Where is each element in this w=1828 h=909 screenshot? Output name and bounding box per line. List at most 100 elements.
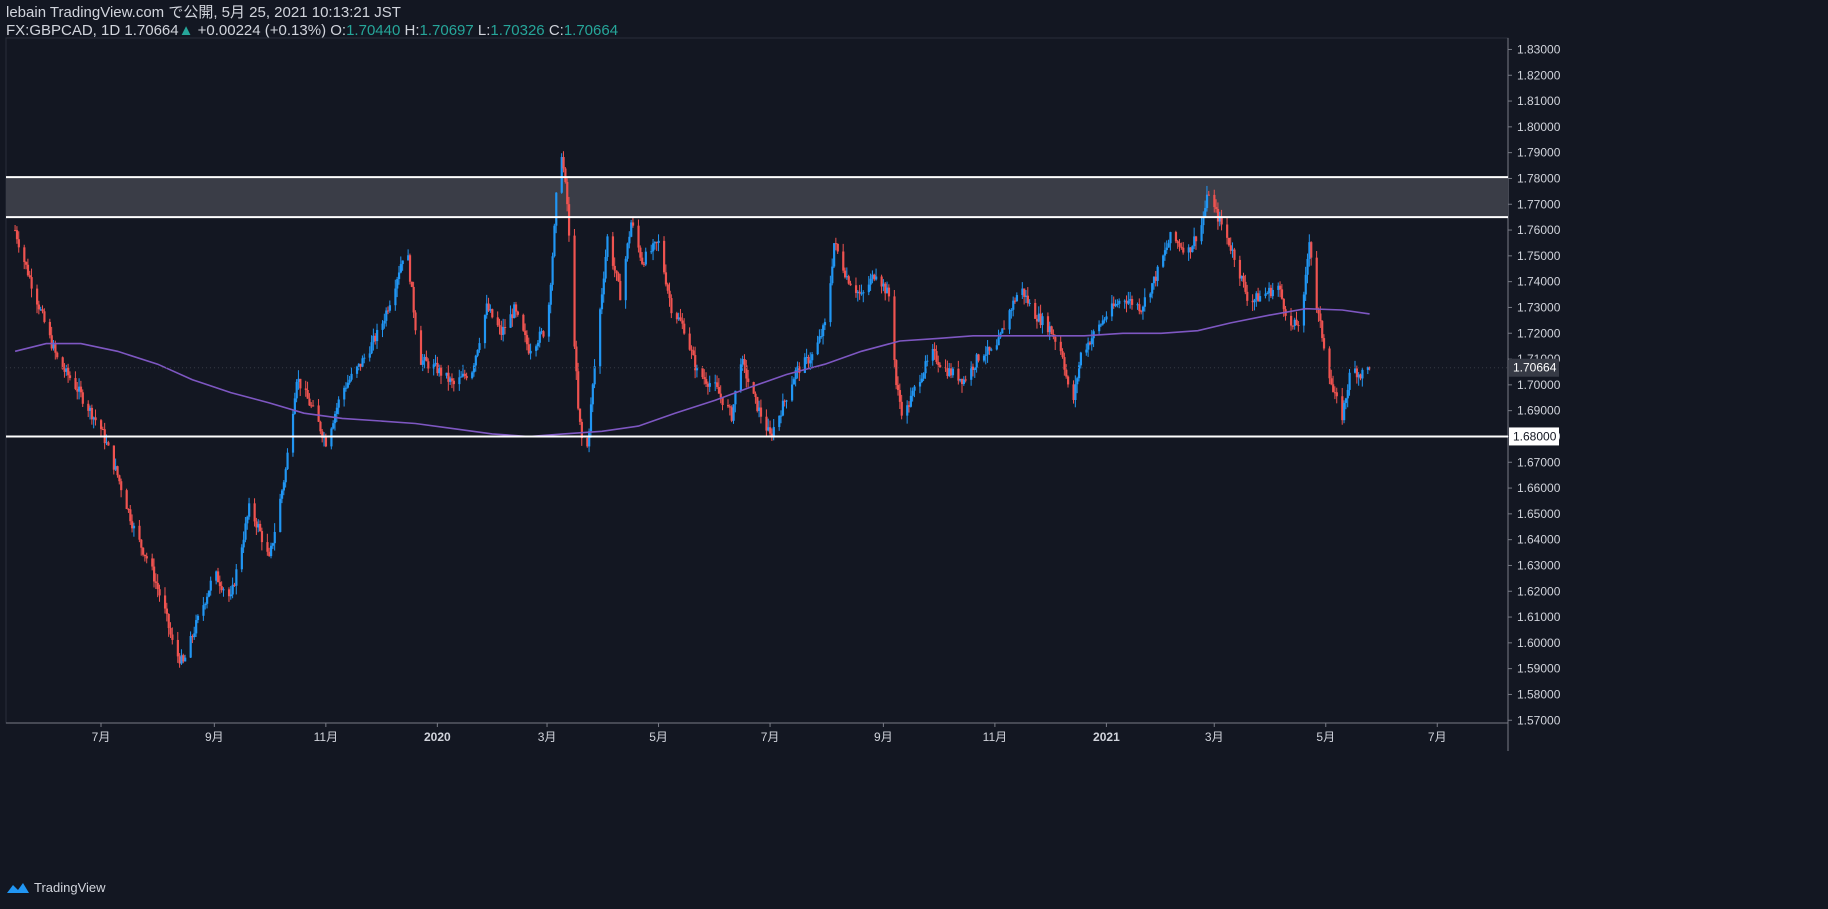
time-tick-label: 9月 bbox=[874, 730, 893, 744]
candle-body bbox=[1348, 372, 1351, 390]
candle-body bbox=[913, 386, 916, 391]
candle-body bbox=[48, 321, 52, 336]
candle-body bbox=[458, 377, 461, 385]
candle-body bbox=[600, 294, 604, 310]
candle-body bbox=[1074, 384, 1077, 401]
candle-body bbox=[1023, 288, 1026, 297]
candle-body bbox=[1215, 207, 1218, 209]
candle-body bbox=[463, 373, 466, 376]
candle-body bbox=[1103, 319, 1106, 321]
candle-body bbox=[216, 571, 220, 583]
candle-body bbox=[626, 243, 629, 259]
candle-body bbox=[143, 554, 147, 557]
candle-body bbox=[242, 539, 245, 548]
candle-body bbox=[324, 436, 328, 447]
candle-body bbox=[1156, 266, 1159, 281]
candle-body bbox=[167, 613, 170, 629]
candle-body bbox=[1310, 242, 1313, 258]
candle-body bbox=[743, 359, 746, 366]
candle-body bbox=[231, 584, 234, 595]
candle-body bbox=[333, 413, 337, 424]
candle-body bbox=[624, 258, 627, 301]
time-tick-label: 9月 bbox=[205, 730, 224, 744]
candle-body bbox=[207, 590, 211, 597]
candle-body bbox=[218, 582, 222, 587]
candle-body bbox=[1116, 303, 1119, 305]
price-tick-label: 1.76000 bbox=[1517, 223, 1561, 237]
candle-body bbox=[1295, 319, 1298, 326]
candle-body bbox=[719, 393, 722, 398]
candle-body bbox=[641, 257, 644, 264]
candle-body bbox=[368, 353, 371, 358]
candle-body bbox=[781, 400, 785, 416]
candle-body bbox=[343, 387, 346, 400]
candle-body bbox=[370, 342, 373, 354]
last-price-label: 1.70664 bbox=[1513, 361, 1557, 375]
candle-body bbox=[120, 481, 123, 491]
candle-body bbox=[253, 503, 256, 522]
candle-body bbox=[54, 344, 57, 353]
candle-body bbox=[385, 310, 388, 321]
candle-body bbox=[1315, 257, 1318, 309]
candle-body bbox=[244, 523, 247, 540]
candle-body bbox=[995, 345, 998, 350]
candle-body bbox=[911, 390, 914, 396]
candle-body bbox=[918, 382, 922, 387]
candle-body bbox=[589, 404, 593, 432]
candle-body bbox=[619, 280, 622, 301]
candle-body bbox=[935, 351, 938, 362]
candle-body bbox=[396, 279, 399, 289]
candle-body bbox=[688, 333, 691, 350]
candle-body bbox=[754, 393, 757, 397]
candle-body bbox=[732, 404, 735, 421]
price-chart[interactable]: 1.83000 1.82000 1.81000 1.80000 1.79000 1.780… bbox=[0, 0, 1828, 909]
candle-body bbox=[1204, 208, 1207, 217]
candle-body bbox=[1361, 369, 1364, 379]
candle-body bbox=[990, 349, 993, 351]
candle-body bbox=[1207, 194, 1210, 196]
candle-body bbox=[769, 427, 772, 434]
candle-body bbox=[695, 368, 699, 371]
candle-body bbox=[335, 407, 339, 414]
candle-body bbox=[1346, 389, 1349, 399]
tradingview-logo-icon bbox=[7, 882, 29, 893]
candle-body bbox=[1227, 237, 1231, 246]
candle-body bbox=[440, 367, 443, 376]
candle-body bbox=[414, 312, 417, 331]
candle-body bbox=[792, 379, 796, 385]
candle-body bbox=[41, 309, 44, 312]
candle-body bbox=[705, 379, 708, 384]
candle-body bbox=[1098, 324, 1101, 332]
candle-body bbox=[1015, 295, 1019, 302]
candle-body bbox=[1151, 283, 1154, 294]
time-tick-label: 7月 bbox=[92, 730, 111, 744]
candle-body bbox=[538, 331, 541, 343]
candle-body bbox=[637, 225, 640, 248]
candle-body bbox=[184, 657, 187, 662]
candle-body bbox=[516, 311, 519, 315]
candle-body bbox=[1178, 243, 1181, 247]
candle-body bbox=[562, 157, 565, 169]
price-tick-label: 1.62000 bbox=[1517, 584, 1561, 598]
candle-body bbox=[202, 605, 205, 616]
candle-body bbox=[140, 539, 143, 548]
candle-body bbox=[593, 366, 596, 385]
candle-body bbox=[81, 392, 84, 404]
candle-body bbox=[452, 380, 456, 385]
candle-body bbox=[1271, 289, 1274, 297]
candle-body bbox=[23, 247, 26, 263]
candle-body bbox=[1059, 341, 1062, 352]
candle-body bbox=[822, 325, 825, 337]
price-tick-label: 1.67000 bbox=[1517, 455, 1561, 469]
time-tick-label: 7月 bbox=[1428, 730, 1447, 744]
candle-body bbox=[525, 335, 529, 345]
candle-body bbox=[1332, 384, 1335, 393]
price-tick-label: 1.63000 bbox=[1517, 558, 1561, 572]
candle-body bbox=[284, 469, 287, 483]
candle-body bbox=[951, 368, 955, 376]
candle-body bbox=[683, 323, 686, 334]
candle-body bbox=[129, 509, 132, 522]
time-tick-label: 7月 bbox=[761, 730, 780, 744]
candle-body bbox=[1118, 300, 1121, 304]
candle-body bbox=[1213, 194, 1216, 208]
